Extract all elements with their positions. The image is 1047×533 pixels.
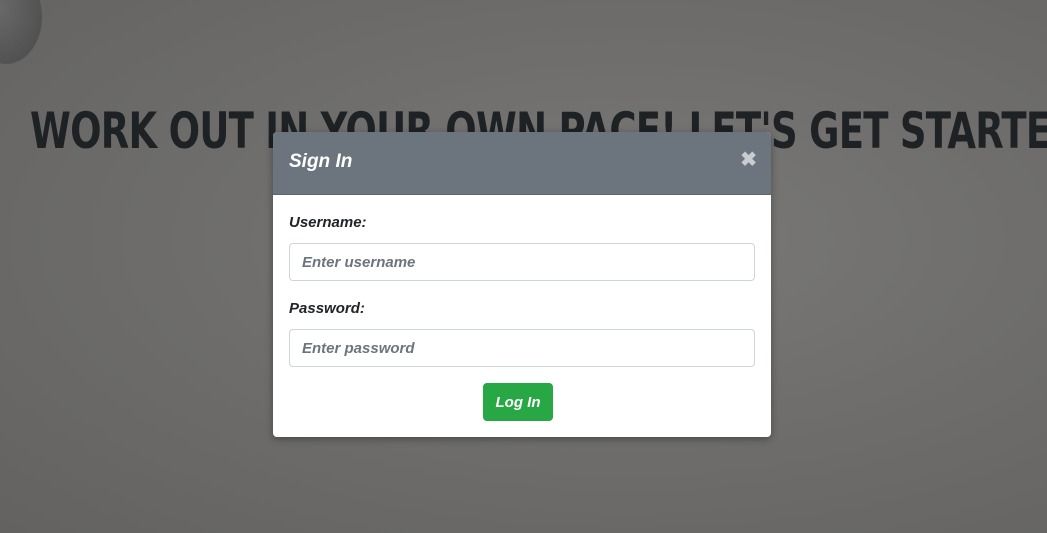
password-input[interactable] xyxy=(289,329,755,367)
close-icon[interactable]: ✖ xyxy=(740,150,757,170)
username-input[interactable] xyxy=(289,243,755,281)
sign-in-modal: Sign In ✖ Username: Password: Log In xyxy=(273,132,771,437)
log-in-button[interactable]: Log In xyxy=(483,383,553,421)
modal-header: Sign In ✖ xyxy=(273,132,771,195)
password-label: Password: xyxy=(289,300,365,317)
modal-title: Sign In xyxy=(289,151,353,172)
background-decoration xyxy=(0,0,42,64)
username-label: Username: xyxy=(289,214,367,231)
